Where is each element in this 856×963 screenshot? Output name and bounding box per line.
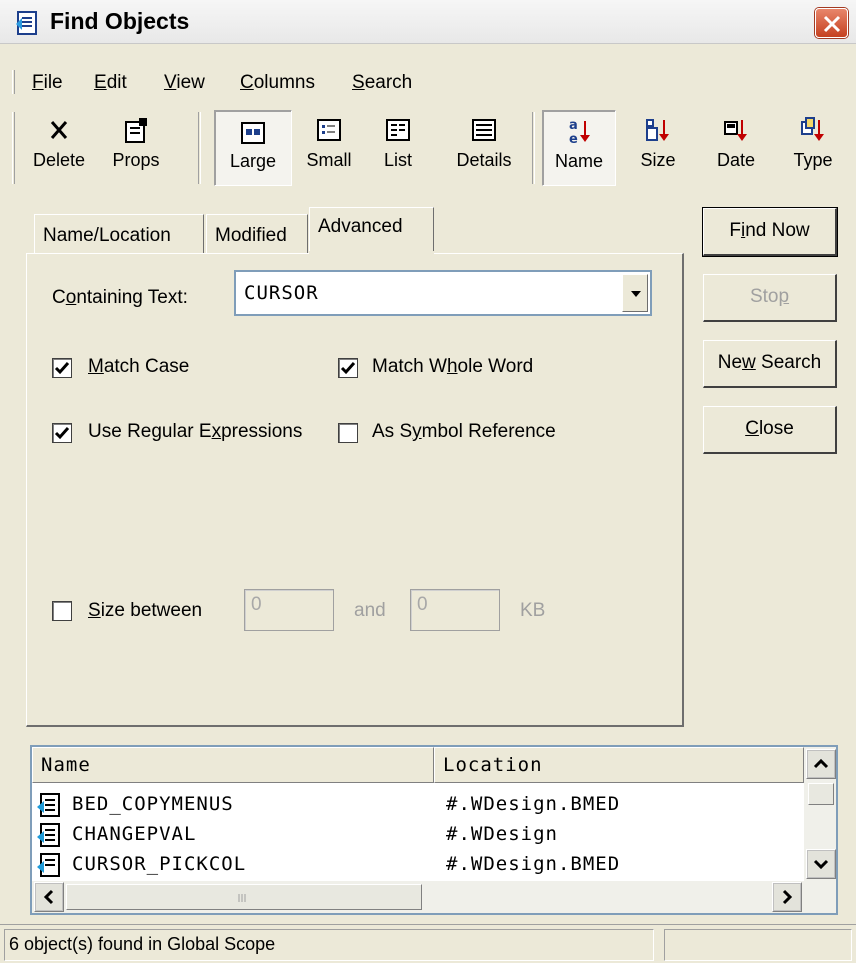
view-details-button[interactable]: Details bbox=[442, 110, 526, 186]
stop-button[interactable]: Stop bbox=[703, 274, 837, 322]
list-item[interactable]: CURSOR_PICKCOL #.WDesign.BMED bbox=[36, 851, 796, 881]
sort-by-date-icon bbox=[724, 120, 747, 141]
menu-edit[interactable]: Edit bbox=[94, 72, 127, 94]
menu-grip bbox=[12, 70, 15, 94]
sort-size-button[interactable]: Size bbox=[630, 110, 686, 186]
scroll-right-button[interactable] bbox=[772, 882, 802, 912]
tab-advanced[interactable]: Advanced bbox=[309, 207, 434, 255]
view-list-button[interactable]: List bbox=[370, 110, 426, 186]
svg-text:e: e bbox=[569, 132, 578, 147]
small-icons-icon bbox=[317, 119, 341, 141]
large-icons-icon bbox=[241, 122, 265, 144]
status-bar: 6 object(s) found in Global Scope bbox=[0, 924, 856, 963]
view-large-button[interactable]: Large bbox=[214, 110, 292, 186]
list-item[interactable]: BED_COPYMENUS #.WDesign.BMED bbox=[36, 791, 796, 821]
toolbar-separator bbox=[532, 112, 535, 184]
title-bar: Find Objects bbox=[0, 0, 856, 44]
object-icon bbox=[37, 823, 60, 847]
advanced-panel bbox=[26, 253, 684, 727]
sort-date-button[interactable]: Date bbox=[704, 110, 768, 186]
object-icon bbox=[37, 793, 60, 817]
close-icon bbox=[823, 15, 841, 33]
column-header-name[interactable]: Name bbox=[32, 747, 434, 783]
menu-file[interactable]: File bbox=[32, 72, 63, 94]
menu-search[interactable]: Search bbox=[352, 72, 412, 94]
horizontal-scroll-thumb[interactable] bbox=[66, 884, 422, 910]
view-small-button[interactable]: Small bbox=[298, 110, 360, 186]
column-header-location[interactable]: Location bbox=[434, 747, 804, 783]
scroll-up-button[interactable] bbox=[806, 749, 836, 779]
window-title: Find Objects bbox=[50, 8, 190, 34]
menu-bar: File Edit View Columns Search bbox=[0, 64, 856, 100]
status-panel bbox=[664, 929, 852, 961]
sort-name-button[interactable]: a e Name bbox=[542, 110, 616, 186]
list-view-icon bbox=[386, 119, 410, 141]
sort-by-name-icon: a e bbox=[569, 118, 590, 147]
grip-icon bbox=[238, 894, 246, 902]
sort-by-type-icon bbox=[801, 117, 824, 141]
list-item[interactable]: CHANGEPVAL #.WDesign bbox=[36, 821, 796, 851]
tab-join bbox=[309, 251, 434, 255]
sort-by-size-icon bbox=[646, 119, 669, 141]
window-icon bbox=[14, 10, 40, 36]
status-text: 6 object(s) found in Global Scope bbox=[4, 929, 654, 961]
toolbar-grip bbox=[12, 112, 15, 184]
delete-x-icon bbox=[50, 121, 68, 139]
results-list[interactable]: Name Location BED_COPYMENUS #.WDesign.BM… bbox=[30, 745, 838, 915]
chevron-up-icon bbox=[813, 758, 829, 769]
svg-text:a: a bbox=[569, 118, 578, 133]
tab-name-location[interactable]: Name/Location bbox=[34, 214, 204, 254]
props-button[interactable]: Props bbox=[100, 110, 172, 186]
horizontal-scrollbar[interactable] bbox=[32, 881, 836, 913]
scroll-left-button[interactable] bbox=[34, 882, 64, 912]
delete-button[interactable]: Delete bbox=[24, 110, 94, 186]
details-view-icon bbox=[472, 119, 496, 141]
close-button[interactable]: Close bbox=[703, 406, 837, 454]
chevron-left-icon bbox=[43, 889, 54, 905]
find-now-button[interactable]: Find Now bbox=[703, 208, 837, 256]
object-icon bbox=[37, 853, 60, 877]
vertical-scroll-thumb[interactable] bbox=[808, 783, 834, 805]
sort-type-button[interactable]: Type bbox=[780, 110, 846, 186]
menu-columns[interactable]: Columns bbox=[240, 72, 315, 94]
vertical-scrollbar[interactable] bbox=[804, 747, 836, 881]
containing-text-combo[interactable]: CURSOR bbox=[234, 270, 652, 316]
properties-icon bbox=[125, 118, 147, 143]
close-window-button[interactable] bbox=[815, 8, 848, 38]
chevron-right-icon bbox=[782, 889, 793, 905]
new-search-button[interactable]: New Search bbox=[703, 340, 837, 388]
scroll-down-button[interactable] bbox=[806, 849, 836, 879]
tab-modified[interactable]: Modified bbox=[206, 214, 308, 254]
chevron-down-icon bbox=[813, 859, 829, 870]
chevron-down-icon[interactable] bbox=[622, 274, 648, 312]
containing-text-value: CURSOR bbox=[244, 282, 319, 304]
menu-view[interactable]: View bbox=[164, 72, 205, 94]
toolbar-separator bbox=[198, 112, 201, 184]
